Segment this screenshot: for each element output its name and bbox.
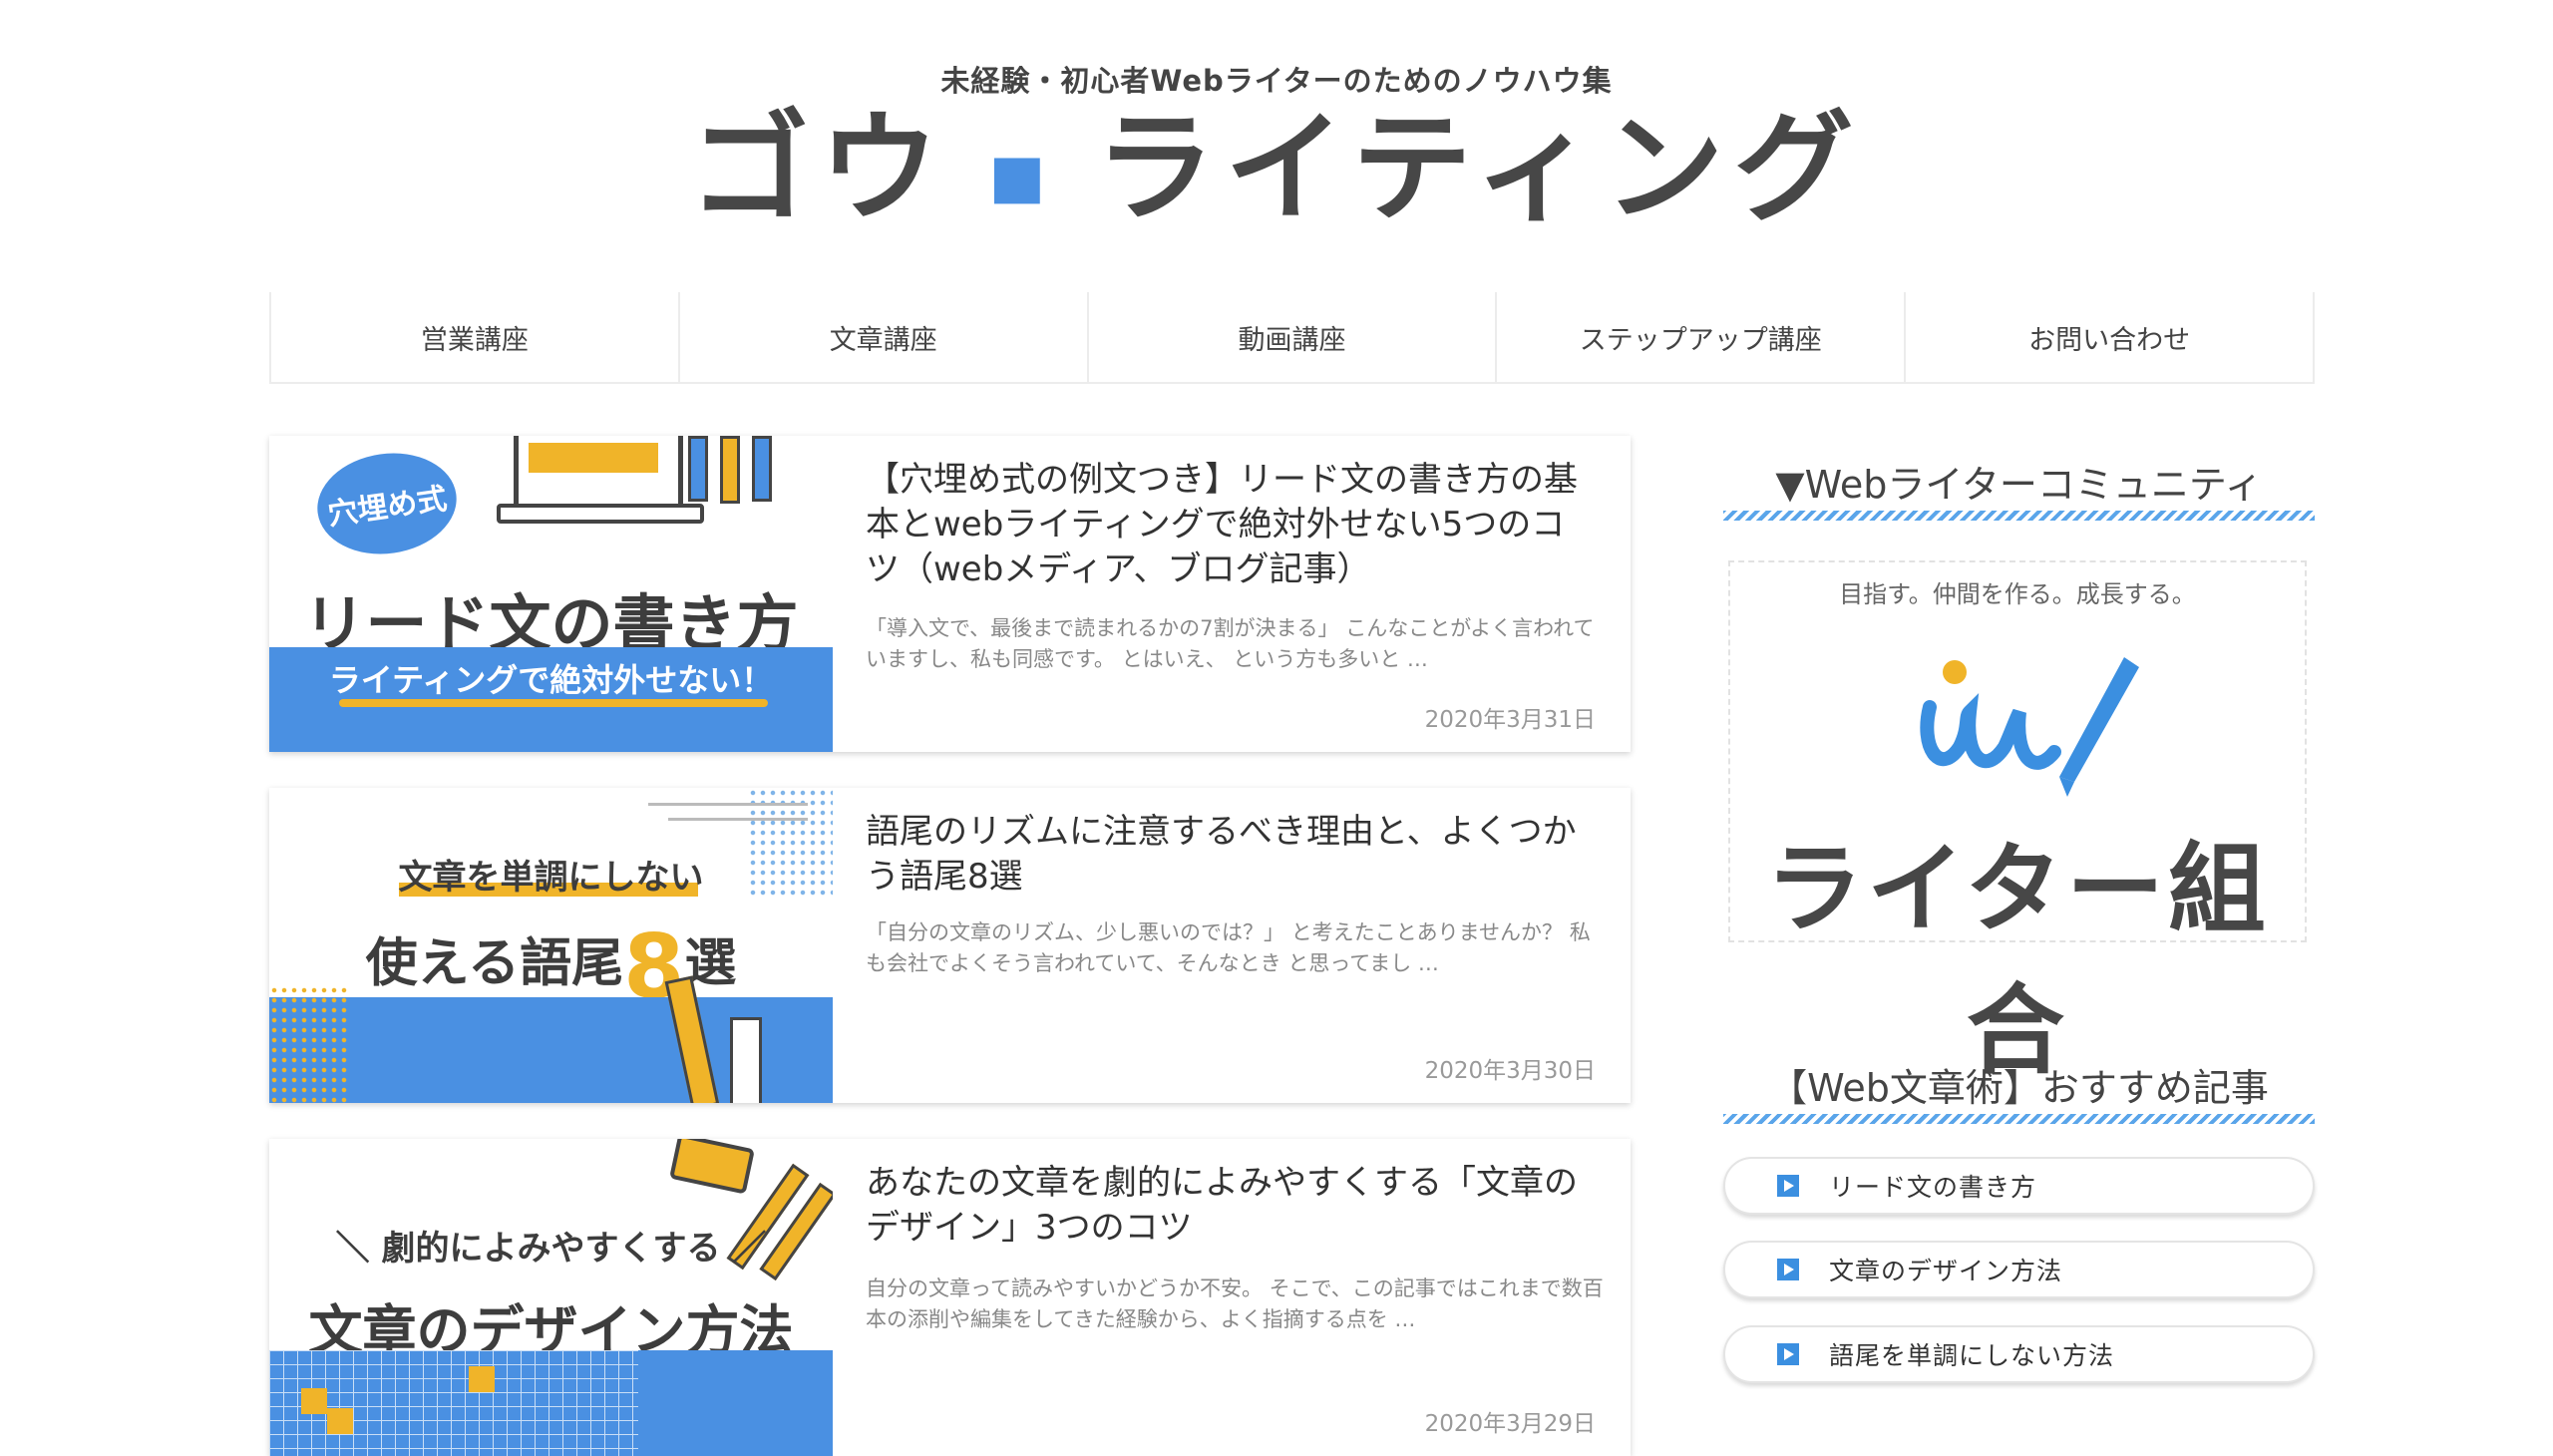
recommend-link-label: リード文の書き方 [1829,1173,2037,1202]
nav-item-sales[interactable]: 営業講座 [269,292,678,382]
article-date: 2020年3月29日 [1424,1411,1596,1437]
heading-stripe [1723,511,2315,521]
recommend-link-label: 文章のデザイン方法 [1829,1257,2063,1285]
thumb-band: ライティングで絶対外せない！ [269,647,833,752]
article-title[interactable]: 語尾のリズムに注意するべき理由と、よくつかう語尾8選 [866,810,1599,900]
thumb-badge: 穴埋め式 [310,444,464,563]
article-date: 2020年3月30日 [1424,1058,1596,1084]
logo-text-right: ライティング [1095,100,1864,238]
community-heading: ▼Webライターコミュニティ [1775,463,2263,507]
banner-subtitle: 目指す。仲間を作る。成長する。 [1839,580,2196,608]
article-card[interactable]: ＼ 劇的によみやすくする ／ 文章のデザイン方法 あなたの文章を劇的によみやすく… [269,1139,1631,1456]
recommend-link[interactable]: 語尾を単調にしない方法 [1723,1325,2315,1383]
recommend-link[interactable]: 文章のデザイン方法 [1723,1241,2315,1298]
play-icon [1777,1343,1799,1365]
article-thumbnail[interactable]: ＼ 劇的によみやすくする ／ 文章のデザイン方法 [269,1139,833,1456]
site-tagline: 未経験・初心者Webライターのためのノウハウ集 [940,64,1613,98]
heading-stripe [1723,1114,2315,1124]
article-excerpt: 自分の文章って読みやすいかどうか不安。 そこで、この記事ではこれまで数百本の添削… [866,1276,1604,1331]
eraser-icon [730,1017,762,1103]
article-date: 2020年3月31日 [1424,707,1596,733]
eraser-icon [669,1139,755,1195]
community-banner[interactable]: 目指す。仲間を作る。成長する。 ライター組合 [1728,560,2307,1088]
article-card[interactable]: 穴埋め式 リード文の書き方 ライティングで絶対外せない！ 【穴埋め式の例文つき】… [269,436,1631,752]
play-icon [1777,1175,1799,1197]
article-title[interactable]: あなたの文章を劇的によみやすくする「文章のデザイン」3つのコツ [866,1161,1599,1251]
article-thumbnail[interactable]: 穴埋め式 リード文の書き方 ライティングで絶対外せない！ [269,436,833,752]
thumb-main-label: 使える語尾 [365,933,624,994]
nav-item-contact[interactable]: お問い合わせ [1904,292,2315,382]
thumb-sub-text: ＼ 劇的によみやすくする ／ [335,1229,767,1269]
recommend-heading: 【Web文章術】おすすめ記事 [1769,1066,2269,1110]
article-excerpt: 「自分の文章のリズム、少し悪いのでは？」 と考えたことありませんか？ 私も会社で… [866,920,1591,975]
banner-title: ライター組合 [1764,833,2271,1088]
thumb-sub-text: 文章を単調にしない [398,858,704,898]
global-nav: 営業講座 文章講座 動画講座 ステップアップ講座 お問い合わせ [269,292,2315,384]
site-logo[interactable]: ゴウ ■ ライティング [0,95,2553,251]
article-title[interactable]: 【穴埋め式の例文つき】リード文の書き方の基本とwebライティングで絶対外せない5… [866,458,1599,592]
article-card[interactable]: 文章を単調にしない 使える語尾8選 語尾のリズムに注意するべき理由と、よくつかう… [269,788,1631,1103]
recommend-link[interactable]: リード文の書き方 [1723,1157,2315,1215]
nav-item-stepup[interactable]: ステップアップ講座 [1495,292,1904,382]
logo-text-left: ゴウ [689,100,949,238]
article-thumbnail[interactable]: 文章を単調にしない 使える語尾8選 [269,788,833,1103]
recommend-link-label: 語尾を単調にしない方法 [1829,1341,2115,1370]
laptop-icon [514,436,683,511]
thumb-band-text: ライティングで絶対外せない！ [328,661,774,699]
pen-logo-icon [1920,657,2139,797]
play-icon [1777,1259,1799,1280]
logo-dot-icon: ■ [988,142,1056,212]
nav-item-writing[interactable]: 文章講座 [677,292,1087,382]
nav-item-video[interactable]: 動画講座 [1086,292,1496,382]
article-excerpt: 「導入文で、最後まで読まれるかの7割が決まる」 こんなことがよく言われていますし… [866,616,1595,671]
